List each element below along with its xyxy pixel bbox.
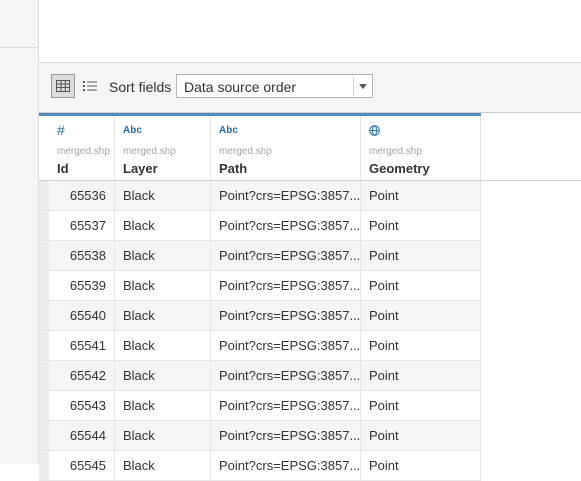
cell-geometry: Point — [361, 421, 481, 450]
cell-id: 65539 — [49, 271, 115, 300]
sort-fields-label: Sort fields — [109, 79, 172, 95]
column-name: Path — [219, 161, 248, 176]
data-grid: # merged.shp Id Abc merged.shp Layer Abc… — [39, 113, 581, 481]
data-grid-toolbar: Sort fields Data source order — [39, 63, 581, 113]
column-source: merged.shp — [369, 146, 422, 157]
globe-icon-svg — [369, 125, 380, 136]
cell-geometry: Point — [361, 181, 481, 210]
column-header-geometry[interactable]: merged.shp Geometry — [361, 116, 481, 183]
column-name: Layer — [123, 161, 158, 176]
cell-layer: Black — [115, 241, 211, 270]
column-name: Geometry — [369, 161, 430, 176]
table-row[interactable]: 65542 Black Point?crs=EPSG:3857... Point — [39, 361, 481, 391]
left-rail — [0, 0, 39, 464]
row-marker — [39, 361, 49, 390]
cell-id: 65538 — [49, 241, 115, 270]
table-row[interactable]: 65536 Black Point?crs=EPSG:3857... Point — [39, 181, 481, 211]
cell-layer: Black — [115, 361, 211, 390]
cell-layer: Black — [115, 451, 211, 480]
cell-geometry: Point — [361, 271, 481, 300]
table-row[interactable]: 65537 Black Point?crs=EPSG:3857... Point — [39, 211, 481, 241]
cell-path: Point?crs=EPSG:3857... — [211, 331, 361, 360]
table-row[interactable]: 65541 Black Point?crs=EPSG:3857... Point — [39, 331, 481, 361]
grid-view-button[interactable] — [51, 74, 75, 98]
column-name: Id — [57, 161, 69, 176]
row-marker — [39, 211, 49, 240]
string-type-icon: Abc — [219, 125, 238, 136]
list-view-icon — [83, 81, 97, 91]
column-source: merged.shp — [219, 146, 272, 157]
cell-path: Point?crs=EPSG:3857... — [211, 421, 361, 450]
column-header-row: # merged.shp Id Abc merged.shp Layer Abc… — [39, 113, 481, 183]
cell-layer: Black — [115, 301, 211, 330]
cell-layer: Black — [115, 211, 211, 240]
dropdown-divider — [353, 77, 354, 95]
string-type-icon: Abc — [123, 125, 142, 136]
cell-path: Point?crs=EPSG:3857... — [211, 181, 361, 210]
number-type-icon: # — [57, 122, 65, 138]
table-row[interactable]: 65543 Black Point?crs=EPSG:3857... Point — [39, 391, 481, 421]
cell-path: Point?crs=EPSG:3857... — [211, 301, 361, 330]
cell-id: 65537 — [49, 211, 115, 240]
column-header-path[interactable]: Abc merged.shp Path — [211, 116, 361, 183]
cell-geometry: Point — [361, 451, 481, 480]
cell-id: 65544 — [49, 421, 115, 450]
column-header-layer[interactable]: Abc merged.shp Layer — [115, 116, 211, 183]
cell-path: Point?crs=EPSG:3857... — [211, 271, 361, 300]
cell-id: 65540 — [49, 301, 115, 330]
column-header-id[interactable]: # merged.shp Id — [49, 116, 115, 183]
row-marker — [39, 301, 49, 330]
sort-fields-value: Data source order — [184, 79, 297, 95]
chevron-down-icon — [359, 84, 367, 89]
cell-id: 65541 — [49, 331, 115, 360]
table-row[interactable]: 65545 Black Point?crs=EPSG:3857... Point — [39, 451, 481, 481]
column-source: merged.shp — [123, 146, 176, 157]
cell-path: Point?crs=EPSG:3857... — [211, 451, 361, 480]
grid-view-icon — [56, 80, 70, 92]
table-body: 65536 Black Point?crs=EPSG:3857... Point 655… — [39, 181, 481, 481]
row-marker — [39, 271, 49, 300]
column-source: merged.shp — [57, 146, 110, 157]
cell-id: 65543 — [49, 391, 115, 420]
cell-path: Point?crs=EPSG:3857... — [211, 391, 361, 420]
cell-layer: Black — [115, 421, 211, 450]
cell-geometry: Point — [361, 241, 481, 270]
table-row[interactable]: 65538 Black Point?crs=EPSG:3857... Point — [39, 241, 481, 271]
cell-geometry: Point — [361, 211, 481, 240]
cell-geometry: Point — [361, 361, 481, 390]
cell-geometry: Point — [361, 391, 481, 420]
cell-id: 65545 — [49, 451, 115, 480]
cell-id: 65536 — [49, 181, 115, 210]
cell-layer: Black — [115, 271, 211, 300]
cell-layer: Black — [115, 331, 211, 360]
table-row[interactable]: 65544 Black Point?crs=EPSG:3857... Point — [39, 421, 481, 451]
table-row[interactable]: 65540 Black Point?crs=EPSG:3857... Point — [39, 301, 481, 331]
globe-icon — [369, 125, 380, 139]
cell-geometry: Point — [361, 331, 481, 360]
cell-path: Point?crs=EPSG:3857... — [211, 361, 361, 390]
rail-divider — [0, 47, 38, 48]
cell-path: Point?crs=EPSG:3857... — [211, 241, 361, 270]
row-marker — [39, 451, 49, 480]
cell-path: Point?crs=EPSG:3857... — [211, 211, 361, 240]
row-marker — [39, 181, 49, 210]
row-marker — [39, 421, 49, 450]
list-view-button[interactable] — [78, 74, 102, 98]
cell-geometry: Point — [361, 301, 481, 330]
table-row[interactable]: 65539 Black Point?crs=EPSG:3857... Point — [39, 271, 481, 301]
row-marker — [39, 331, 49, 360]
cell-layer: Black — [115, 391, 211, 420]
cell-id: 65542 — [49, 361, 115, 390]
top-panel — [39, 0, 581, 63]
sort-fields-dropdown[interactable]: Data source order — [176, 74, 373, 98]
row-marker — [39, 241, 49, 270]
cell-layer: Black — [115, 181, 211, 210]
row-marker — [39, 391, 49, 420]
